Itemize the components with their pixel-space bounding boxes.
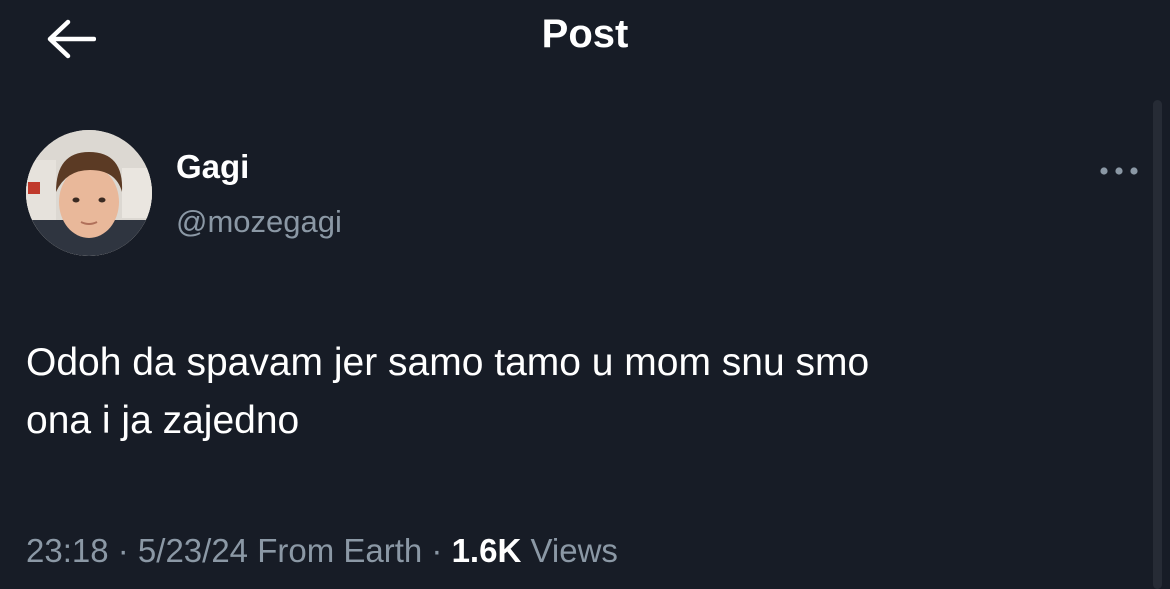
author-handle[interactable]: @mozegagi [176, 204, 342, 240]
meta-separator: · [108, 532, 138, 569]
page-title: Post [541, 12, 629, 56]
more-horizontal-icon [1100, 167, 1138, 175]
post-text-line-2: ona i ja zajedno [26, 399, 300, 442]
post-location: From Earth [257, 532, 423, 569]
post-text: Odoh da spavam jer samo tamo u mom snu s… [26, 334, 1126, 450]
avatar-image [26, 130, 152, 256]
top-bar: Post [0, 0, 1170, 80]
meta-separator: · [422, 532, 452, 569]
scrollbar[interactable] [1153, 100, 1162, 589]
views-count[interactable]: 1.6K [452, 532, 522, 569]
more-options-button[interactable] [1092, 156, 1146, 186]
post-time[interactable]: 23:18 [26, 532, 109, 569]
author-display-name[interactable]: Gagi [176, 148, 249, 186]
post: Gagi @mozegagi Odoh da spavam jer samo t… [0, 100, 1150, 589]
views-label[interactable]: Views [530, 532, 617, 569]
post-date[interactable]: 5/23/24 [138, 532, 248, 569]
post-text-line-1: Odoh da spavam jer samo tamo u mom snu s… [26, 341, 870, 384]
post-meta: 23:18 · 5/23/24 From Earth · 1.6K Views [26, 532, 618, 570]
avatar[interactable] [26, 130, 152, 256]
